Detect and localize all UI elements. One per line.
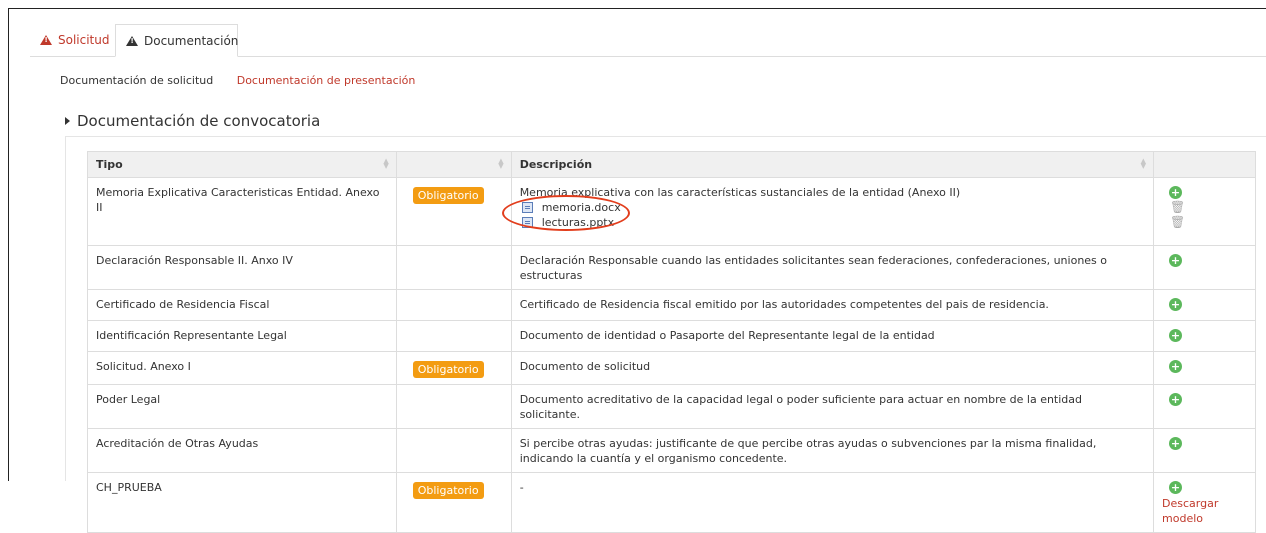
column-header-descripcion[interactable]: Descripción ▲ ▼: [510, 151, 1155, 178]
cell-tipo: Acreditación de Otras Ayudas: [87, 428, 397, 473]
column-header-estado[interactable]: ▲ ▼: [395, 151, 512, 178]
cell-estado: [395, 384, 512, 429]
table-header-row: Tipo ▲ ▼ ▲ ▼ Descripción ▲ ▼: [87, 151, 1256, 178]
table-row: Memoria Explicativa Caracteristicas Enti…: [87, 177, 1256, 246]
cell-descripcion: Documento de identidad o Pasaporte del R…: [510, 320, 1155, 352]
trash-icon[interactable]: 🗑: [1170, 200, 1247, 215]
table-row: Declaración Responsable II. Anxo IV Decl…: [87, 245, 1256, 290]
description-text: Memoria explicativa con las característi…: [519, 186, 961, 199]
mandatory-badge: Obligatorio: [412, 361, 484, 378]
subnav-documentacion-presentacion[interactable]: Documentación de presentación: [237, 74, 416, 87]
tab-label: Solicitud: [58, 33, 110, 47]
cell-estado: [395, 245, 512, 290]
cell-tipo: CH_PRUEBA: [87, 472, 397, 533]
tab-solicitud[interactable]: Solicitud: [30, 24, 112, 56]
table-row: Certificado de Residencia Fiscal Certifi…: [87, 289, 1256, 321]
add-icon[interactable]: +: [1169, 481, 1183, 494]
header-label: Tipo: [96, 158, 123, 171]
table-row: Solicitud. Anexo I Obligatorio Documento…: [87, 351, 1256, 385]
cell-tipo: Declaración Responsable II. Anxo IV: [87, 245, 397, 290]
file-link[interactable]: memoria.docx: [521, 200, 1145, 215]
document-icon: [521, 202, 533, 213]
subnav-documentacion-solicitud[interactable]: Documentación de solicitud: [60, 74, 213, 87]
add-icon[interactable]: +: [1169, 393, 1183, 406]
documents-table: Tipo ▲ ▼ ▲ ▼ Descripción ▲ ▼ Memoria Explicat…: [87, 151, 1256, 533]
sort-icon: ▲ ▼: [1140, 157, 1147, 170]
cell-estado: Obligatorio: [395, 472, 512, 533]
caret-right-icon: [65, 117, 70, 125]
add-icon[interactable]: +: [1169, 360, 1183, 373]
cell-tipo: Solicitud. Anexo I: [87, 351, 397, 385]
document-icon: [521, 217, 533, 228]
sort-icon: ▲ ▼: [498, 157, 504, 170]
table-row: Acreditación de Otras Ayudas Si percibe …: [87, 428, 1256, 473]
header-label: Descripción: [519, 158, 593, 171]
cell-tipo: Poder Legal: [87, 384, 397, 429]
cell-acciones: +: [1153, 289, 1256, 321]
cell-descripcion: Certificado de Residencia fiscal emitido…: [510, 289, 1155, 321]
mandatory-badge: Obligatorio: [412, 187, 484, 204]
column-header-acciones: [1153, 151, 1256, 178]
trash-icon[interactable]: 🗑: [1170, 215, 1247, 230]
sub-navigation: Documentación de solicitud Documentación…: [60, 74, 435, 87]
column-header-tipo[interactable]: Tipo ▲ ▼: [87, 151, 397, 178]
add-icon[interactable]: +: [1169, 186, 1183, 199]
cell-descripcion: -: [510, 472, 1155, 533]
tab-label: Documentación: [144, 33, 239, 48]
cell-acciones: +: [1153, 351, 1256, 385]
cell-tipo: Memoria Explicativa Caracteristicas Enti…: [87, 177, 397, 246]
cell-acciones: +: [1153, 428, 1256, 473]
file-name: memoria.docx: [541, 201, 621, 214]
cell-descripcion: Memoria explicativa con las característi…: [510, 177, 1155, 246]
mandatory-badge: Obligatorio: [412, 482, 484, 499]
add-icon[interactable]: +: [1169, 329, 1183, 342]
cell-estado: [395, 428, 512, 473]
cell-acciones: + 🗑 🗑: [1153, 177, 1256, 246]
cell-descripcion: Documento acreditativo de la capacidad l…: [510, 384, 1155, 429]
table-row: CH_PRUEBA Obligatorio - + Descargar mode…: [87, 472, 1256, 533]
cell-estado: Obligatorio: [395, 177, 512, 246]
file-link[interactable]: lecturas.pptx: [521, 215, 1145, 230]
warning-icon: [126, 35, 138, 46]
cell-estado: Obligatorio: [395, 351, 512, 385]
tab-bar: Solicitud Documentación: [30, 24, 1266, 57]
section-toggle[interactable]: Documentación de convocatoria: [65, 112, 320, 130]
cell-acciones: +: [1153, 384, 1256, 429]
sort-icon: ▲ ▼: [383, 157, 389, 170]
cell-tipo: Identificación Representante Legal: [87, 320, 397, 352]
cell-estado: [395, 289, 512, 321]
tab-documentacion[interactable]: Documentación: [115, 24, 238, 57]
section-title: Documentación de convocatoria: [77, 112, 321, 130]
cell-descripcion: Si percibe otras ayudas: justificante de…: [510, 428, 1155, 473]
add-icon[interactable]: +: [1169, 254, 1183, 267]
add-icon[interactable]: +: [1169, 437, 1183, 450]
download-template-link[interactable]: Descargar modelo: [1162, 496, 1247, 526]
cell-estado: [395, 320, 512, 352]
table-row: Poder Legal Documento acreditativo de la…: [87, 384, 1256, 429]
cell-acciones: +: [1153, 320, 1256, 352]
add-icon[interactable]: +: [1169, 298, 1183, 311]
warning-icon: [40, 35, 52, 45]
table-row: Identificación Representante Legal Docum…: [87, 320, 1256, 352]
file-name: lecturas.pptx: [541, 216, 615, 229]
cell-acciones: +: [1153, 245, 1256, 290]
cell-descripcion: Documento de solicitud: [510, 351, 1155, 385]
cell-acciones: + Descargar modelo: [1153, 472, 1256, 533]
cell-tipo: Certificado de Residencia Fiscal: [87, 289, 397, 321]
cell-descripcion: Declaración Responsable cuando las entid…: [510, 245, 1155, 290]
